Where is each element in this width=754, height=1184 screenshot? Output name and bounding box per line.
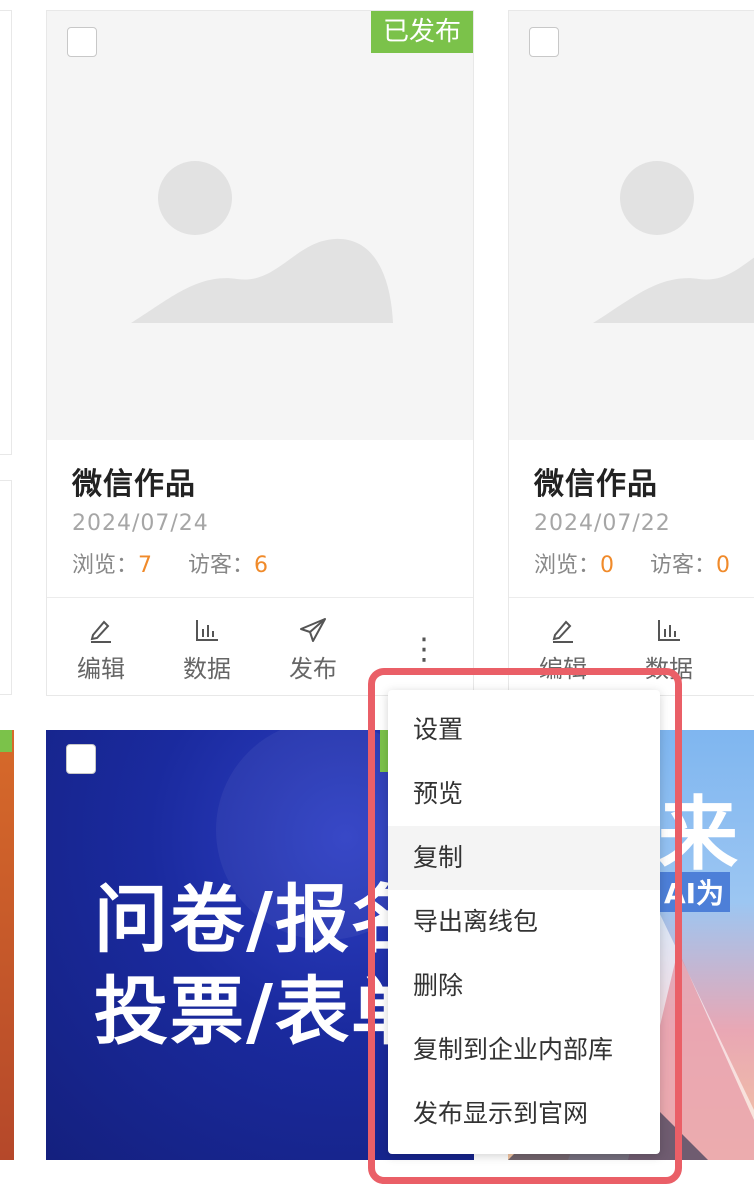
card-thumbnail-placeholder[interactable] (47, 11, 473, 440)
green-badge-edge (0, 730, 12, 752)
card-title: 微信作品 (534, 467, 658, 502)
left-card-edge (0, 10, 12, 455)
bar-chart-icon (172, 609, 242, 643)
select-checkbox[interactable] (67, 27, 97, 57)
more-options-icon[interactable]: ⋮ (409, 635, 439, 665)
image-placeholder-icon (593, 161, 754, 323)
publish-label: 发布 (289, 655, 337, 683)
edit-label: 编辑 (77, 655, 125, 683)
select-checkbox[interactable] (529, 27, 559, 57)
card-divider (509, 597, 754, 598)
work-card-1[interactable]: 已发布 微信作品 2024/07/24 浏览：7 访客：6 编辑 数据 发布 ⋮ (46, 10, 474, 696)
paper-plane-icon (278, 609, 348, 643)
select-checkbox[interactable] (66, 744, 96, 774)
views-label: 浏览： (534, 553, 601, 578)
card-stats: 浏览：0 访客：0 (534, 547, 730, 579)
visitors-label: 访客： (188, 553, 255, 578)
card-date: 2024/07/24 (72, 511, 209, 536)
card-divider (47, 597, 473, 598)
data-button[interactable]: 数据 (172, 609, 242, 684)
card-stats: 浏览：7 访客：6 (72, 547, 268, 579)
views-count: 0 (600, 553, 615, 578)
work-card-2[interactable]: 微信作品 2024/07/22 浏览：0 访客：0 编辑 数据 (508, 10, 754, 696)
card-thumbnail-orange[interactable] (0, 730, 14, 1160)
visitors-label: 访客： (650, 553, 717, 578)
pencil-icon (528, 609, 598, 643)
edit-button[interactable]: 编辑 (66, 609, 136, 684)
pencil-icon (66, 609, 136, 643)
visitors-count: 6 (254, 553, 269, 578)
card-thumbnail-placeholder[interactable] (509, 11, 754, 440)
left-card-edge-lower (0, 480, 12, 695)
card-title: 微信作品 (72, 467, 196, 502)
publish-button[interactable]: 发布 (278, 609, 348, 684)
views-count: 7 (138, 553, 153, 578)
status-badge: 已发布 (370, 11, 473, 53)
image-placeholder-icon (131, 161, 393, 323)
visitors-count: 0 (716, 553, 731, 578)
card-date: 2024/07/22 (534, 511, 671, 536)
highlight-annotation-box (368, 668, 682, 1184)
data-label: 数据 (183, 655, 231, 683)
bar-chart-icon (634, 609, 704, 643)
views-label: 浏览： (72, 553, 139, 578)
